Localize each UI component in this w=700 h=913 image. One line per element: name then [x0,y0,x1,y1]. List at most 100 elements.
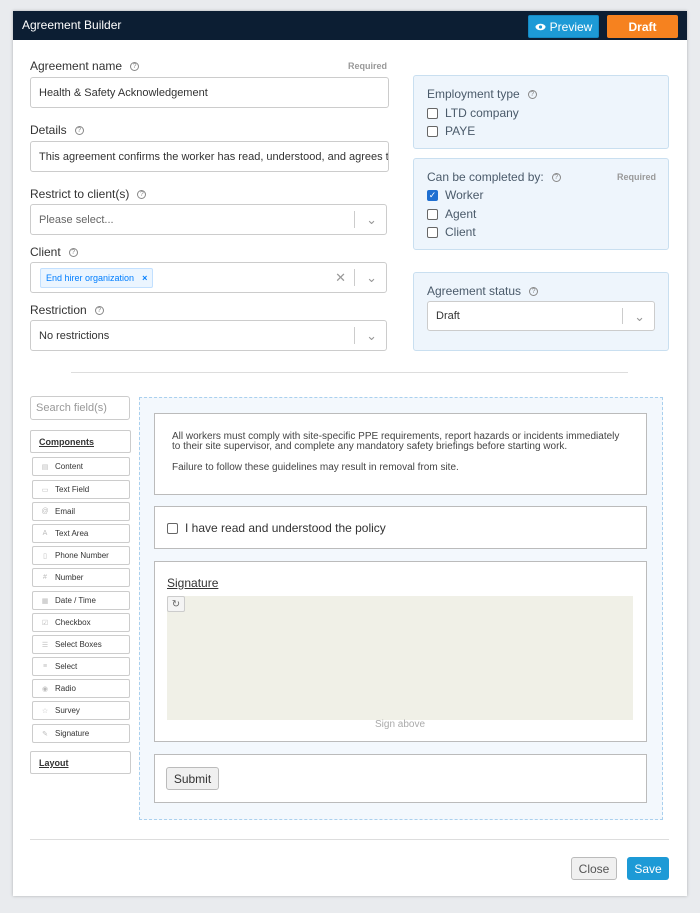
submit-button[interactable]: Submit [166,767,219,790]
component-radio[interactable]: ◉ Radio [32,679,130,698]
eye-icon [535,20,546,34]
survey-icon: ☆ [41,707,49,715]
chevron-down-icon[interactable]: ⌄ [366,328,377,344]
component-signature[interactable]: ✎ Signature [32,724,130,743]
preview-button[interactable]: Preview [528,15,599,38]
help-icon[interactable]: ? [94,305,104,315]
client-tag-label: End hirer organization [46,272,135,283]
content-icon: ▤ [41,463,49,471]
component-number[interactable]: # Number [32,568,130,587]
checkbox-icon[interactable] [427,226,438,238]
component-text-area[interactable]: A Text Area [32,524,130,543]
checkbox-checked-icon[interactable]: ✓ [427,189,438,201]
agreement-status-title: Agreement status ? [427,284,539,298]
component-select-boxes[interactable]: ☰ Select Boxes [32,635,130,654]
signature-pad[interactable] [167,596,633,720]
agreement-status-select[interactable]: Draft ⌄ [427,301,655,331]
help-icon[interactable]: ? [130,61,140,71]
help-icon[interactable]: ? [551,172,561,182]
agreement-status-value: Draft [436,310,460,322]
checkbox-icon[interactable] [427,125,438,137]
completed-by-option-worker[interactable]: ✓ Worker [427,188,483,202]
layout-group-button[interactable]: Layout [30,751,131,774]
modal-title: Agreement Builder [22,18,122,32]
save-button[interactable]: Save [627,857,669,880]
checkbox-component[interactable]: I have read and understood the policy [154,506,647,549]
client-text: Client [30,245,61,259]
component-email[interactable]: @ Email [32,502,130,521]
component-phone-number[interactable]: ▯ Phone Number [32,546,130,565]
completed-by-option-agent[interactable]: Agent [427,207,476,221]
phone-icon: ▯ [43,552,47,560]
details-input[interactable]: This agreement confirms the worker has r… [30,141,389,172]
tag-remove-icon[interactable]: × [142,273,147,283]
restrict-clients-text: Restrict to client(s) [30,187,130,201]
content-text-line: Failure to follow these guidelines may r… [172,462,459,473]
restrict-clients-select[interactable]: Please select... ⌄ [30,204,387,235]
agreement-name-value: Health & Safety Acknowledgement [39,86,208,99]
text-area-icon: A [42,530,48,537]
agreement-name-text: Agreement name [30,59,123,73]
submit-component[interactable]: Submit [154,754,647,803]
completed-by-option-client[interactable]: Client [427,225,476,239]
component-date-time[interactable]: ▦ Date / Time [32,591,130,610]
details-value: This agreement confirms the worker has r… [39,150,389,163]
checkbox-icon[interactable] [167,522,178,534]
component-text-field[interactable]: ▭ Text Field [32,480,130,499]
help-icon[interactable]: ? [137,189,147,199]
refresh-icon[interactable]: ↻ [167,596,185,612]
help-icon[interactable]: ? [529,286,539,296]
radio-icon: ◉ [41,685,49,693]
employment-option-ltd[interactable]: LTD company [427,106,519,120]
help-icon[interactable]: ? [527,89,537,99]
component-label: Select Boxes [55,640,102,649]
client-select[interactable]: End hirer organization × ✕ ⌄ [30,262,387,293]
component-select[interactable]: ≡ Select [32,657,130,676]
employment-type-panel: Employment type ? LTD company PAYE [413,75,669,149]
chevron-down-icon[interactable]: ⌄ [366,212,377,228]
option-label: PAYE [445,124,476,138]
content-component[interactable]: All workers must comply with site-specif… [154,413,647,495]
policy-checkbox-row[interactable]: I have read and understood the policy [167,521,386,535]
restrict-clients-placeholder: Please select... [39,213,114,226]
agreement-name-label: Agreement name ? [30,59,140,73]
clear-icon[interactable]: ✕ [335,270,346,286]
component-label: Text Area [55,529,89,538]
restriction-text: Restriction [30,303,87,317]
chevron-down-icon[interactable]: ⌄ [366,270,377,286]
client-tag: End hirer organization × [40,267,154,288]
signature-hint: Sign above [375,719,426,730]
completed-by-text: Can be completed by: [427,170,544,184]
help-icon[interactable]: ? [74,125,84,135]
chevron-down-icon[interactable]: ⌄ [634,309,645,325]
component-survey[interactable]: ☆ Survey [32,701,130,720]
footer-divider [30,839,669,840]
close-button[interactable]: Close [571,857,617,880]
option-label: Agent [445,207,477,221]
option-label: Worker [445,188,484,202]
component-label: Content [55,462,84,471]
draft-button[interactable]: Draft [607,15,678,38]
agreement-status-panel: Agreement status ? Draft ⌄ [413,272,669,351]
search-fields-input[interactable]: Search field(s) [30,396,130,420]
components-group-button[interactable]: Components [30,430,131,453]
component-content[interactable]: ▤ Content [32,457,130,476]
select-icon: ≡ [42,663,48,670]
restriction-select[interactable]: No restrictions ⌄ [30,320,387,351]
component-checkbox[interactable]: ☑ Checkbox [32,613,130,632]
checkbox-icon[interactable] [427,208,438,220]
list-icon: ☰ [41,641,49,649]
signature-component[interactable]: Signature ↻ Sign above [154,561,647,742]
employment-option-paye[interactable]: PAYE [427,124,475,138]
details-text: Details [30,123,67,137]
employment-type-title: Employment type ? [427,87,537,101]
form-drop-zone[interactable]: All workers must comply with site-specif… [139,397,663,820]
select-separator [622,308,623,324]
component-label: Text Field [55,485,90,494]
option-label: Client [445,225,476,239]
checkbox-icon[interactable] [427,107,438,119]
title-bar: Agreement Builder Preview Draft [13,11,687,40]
agreement-name-input[interactable]: Health & Safety Acknowledgement [30,77,389,108]
component-label: Date / Time [55,596,96,605]
help-icon[interactable]: ? [68,247,78,257]
